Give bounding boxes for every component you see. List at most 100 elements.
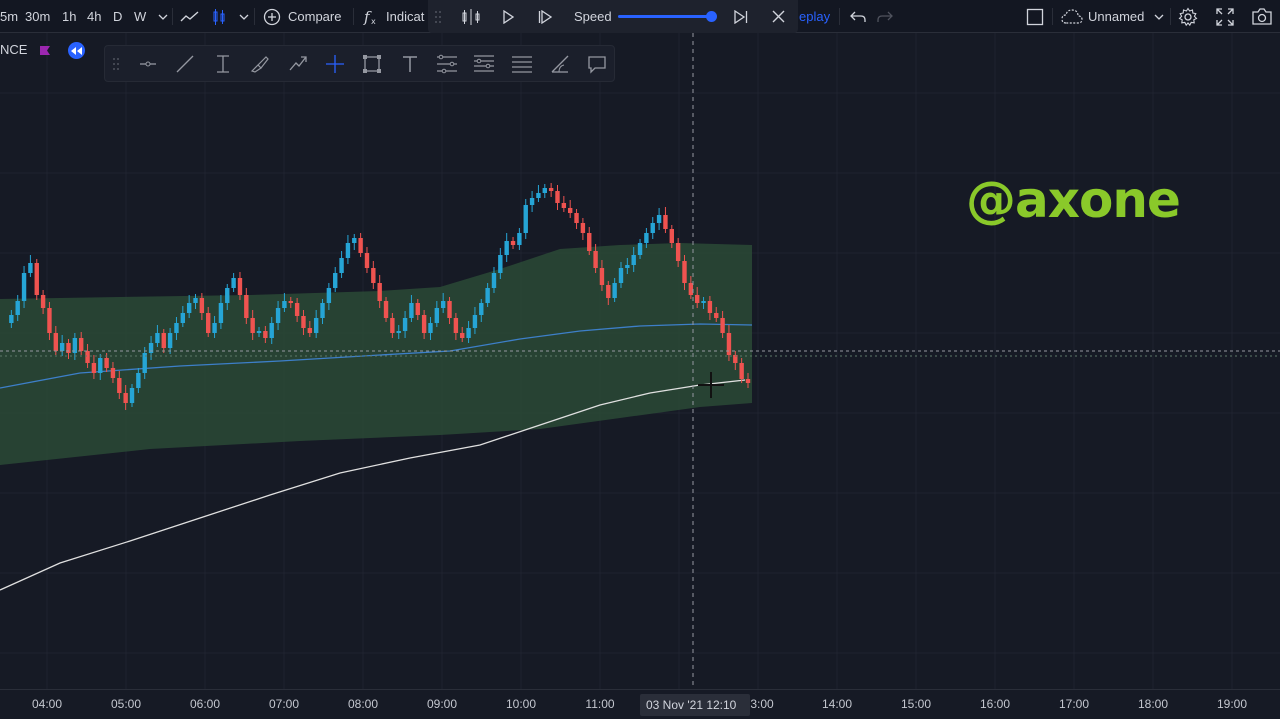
step-forward-icon[interactable] xyxy=(538,0,552,33)
volatility-band xyxy=(0,243,752,465)
candle-up xyxy=(409,303,414,318)
svg-text:x: x xyxy=(371,17,376,26)
candle-up xyxy=(618,268,624,283)
candle-up xyxy=(225,288,230,303)
chart-pane[interactable]: @axone xyxy=(0,33,1280,689)
candle-down xyxy=(40,295,46,308)
chart-type-dropdown-icon[interactable] xyxy=(237,0,251,33)
candle-up xyxy=(129,388,135,403)
interval-1h[interactable]: 1h xyxy=(62,0,76,33)
indicators-button[interactable]: Indicat xyxy=(386,0,424,33)
drawing-toolbar xyxy=(104,45,615,82)
time-tick: 06:00 xyxy=(189,697,221,711)
candle-down xyxy=(199,298,205,313)
candle-down xyxy=(117,378,122,393)
replay-button[interactable]: eplay xyxy=(799,0,830,33)
candle-up xyxy=(218,303,224,323)
compare-icon[interactable] xyxy=(262,0,282,33)
candle-up xyxy=(98,358,103,373)
candle-up xyxy=(180,313,186,323)
time-tick: 17:00 xyxy=(1058,697,1090,711)
jump-to-realtime-icon[interactable] xyxy=(734,0,748,33)
speed-slider[interactable] xyxy=(618,15,712,18)
candle-down xyxy=(460,333,465,338)
fullscreen-icon[interactable] xyxy=(1215,0,1235,33)
candle-down xyxy=(663,215,668,229)
symbol-exchange[interactable]: NCE xyxy=(0,42,27,57)
cloud-icon[interactable] xyxy=(1060,0,1084,33)
candle-up xyxy=(9,315,14,323)
divider xyxy=(172,8,173,25)
interval-dropdown-icon[interactable] xyxy=(156,0,170,33)
candle-down xyxy=(720,318,725,333)
layout-name[interactable]: Unnamed xyxy=(1088,0,1144,33)
path-icon[interactable] xyxy=(283,46,313,81)
candle-up xyxy=(269,323,274,338)
compare-button[interactable]: Compare xyxy=(288,0,341,33)
undo-icon[interactable] xyxy=(849,0,867,33)
brush-icon[interactable] xyxy=(245,46,275,81)
close-icon[interactable] xyxy=(772,0,785,33)
fib-retracement-icon[interactable] xyxy=(432,46,462,81)
interval-4h[interactable]: 4h xyxy=(87,0,101,33)
watermark-text: @axone xyxy=(966,171,1181,229)
fullscreen-box-icon[interactable] xyxy=(1025,0,1045,33)
candle-down xyxy=(453,318,459,333)
callout-icon[interactable] xyxy=(582,46,612,81)
drag-handle-icon[interactable] xyxy=(105,46,127,81)
horizontal-lines-icon[interactable] xyxy=(507,46,537,81)
time-tick: 16:00 xyxy=(979,697,1011,711)
candle-up xyxy=(333,273,338,288)
chart-type-icon[interactable] xyxy=(179,0,201,33)
price-chart[interactable] xyxy=(0,33,1280,689)
candle-up xyxy=(644,233,649,243)
redo-icon[interactable] xyxy=(876,0,894,33)
candle-up xyxy=(434,308,440,323)
replay-rewind-icon[interactable] xyxy=(68,42,85,59)
candle-down xyxy=(294,303,300,316)
camera-icon[interactable] xyxy=(1251,0,1273,33)
interval-5m[interactable]: 5m xyxy=(0,0,18,33)
candle-up xyxy=(517,233,522,245)
candle-down xyxy=(110,368,116,378)
crosshair-tool-icon[interactable] xyxy=(320,46,350,81)
candle-up xyxy=(472,315,478,328)
divider xyxy=(353,8,354,25)
candle-down xyxy=(104,358,109,368)
candle-down xyxy=(79,338,84,351)
fib-channel-icon[interactable] xyxy=(469,46,499,81)
time-tick: 04:00 xyxy=(31,697,63,711)
candle-up xyxy=(523,205,528,233)
candle-down xyxy=(714,313,719,318)
flag-icon[interactable] xyxy=(39,44,51,62)
candle-up xyxy=(186,303,192,313)
interval-30m[interactable]: 30m xyxy=(25,0,50,33)
candle-down xyxy=(669,229,674,243)
interval-w[interactable]: W xyxy=(134,0,146,33)
time-tick: 10:00 xyxy=(505,697,537,711)
candle-down xyxy=(206,313,211,333)
candles-icon[interactable] xyxy=(209,0,229,33)
time-tick: 11:00 xyxy=(585,697,615,711)
text-tool-icon[interactable] xyxy=(395,46,425,81)
indicators-icon[interactable]: fx xyxy=(362,0,380,33)
candle-down xyxy=(161,333,166,348)
settings-icon[interactable] xyxy=(1177,0,1199,33)
horizontal-ray-icon[interactable] xyxy=(133,46,163,81)
candle-up xyxy=(542,188,547,193)
candle-up xyxy=(352,238,357,243)
candle-down xyxy=(574,213,579,223)
play-icon[interactable] xyxy=(502,0,514,33)
measure-icon[interactable] xyxy=(545,46,575,81)
time-tick: 3:00 xyxy=(750,697,774,711)
speed-slider-handle[interactable] xyxy=(706,11,717,22)
replay-select-bar-icon[interactable] xyxy=(460,0,482,33)
trend-line-icon[interactable] xyxy=(170,46,200,81)
drag-handle-icon[interactable] xyxy=(434,0,442,33)
layout-dropdown-icon[interactable] xyxy=(1152,0,1166,33)
rectangle-icon[interactable] xyxy=(357,46,387,81)
time-axis[interactable]: 04:00 05:00 06:00 07:00 08:00 09:00 10:0… xyxy=(0,689,1280,719)
interval-d[interactable]: D xyxy=(113,0,122,33)
candle-down xyxy=(307,328,313,333)
vertical-line-icon[interactable] xyxy=(208,46,238,81)
